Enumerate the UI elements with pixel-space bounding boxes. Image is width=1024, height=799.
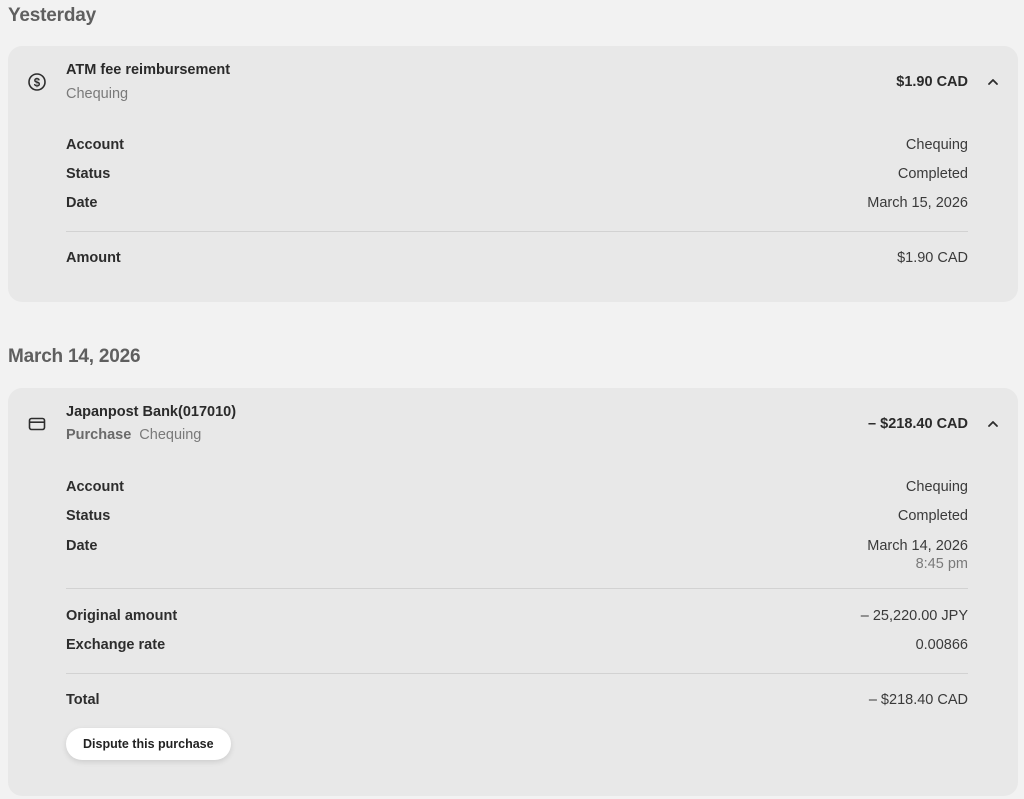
detail-label-status: Status: [66, 166, 111, 182]
detail-label-total: Total: [66, 692, 100, 708]
transaction-type: Purchase: [66, 427, 132, 443]
detail-value-time: 8:45 pm: [915, 556, 968, 572]
divider: [66, 231, 968, 232]
transaction-account: Chequing: [66, 86, 129, 102]
date-group-heading: Yesterday: [8, 5, 96, 26]
detail-value-status: Completed: [897, 508, 968, 524]
detail-label-exchange-rate: Exchange rate: [66, 637, 166, 653]
detail-value-account: Chequing: [905, 479, 968, 495]
chevron-up-icon[interactable]: [986, 417, 1000, 431]
detail-label-amount: Amount: [66, 250, 121, 266]
detail-label-account: Account: [66, 137, 124, 153]
dispute-purchase-button[interactable]: Dispute this purchase: [66, 728, 231, 760]
transaction-card-atm-fee: $ ATM fee reimbursement Chequing $1.90 C…: [8, 46, 1018, 302]
transaction-card-japanpost: Japanpost Bank(017010) Purchase Chequing …: [8, 388, 1018, 796]
transaction-amount: $1.90 CAD: [896, 74, 968, 90]
divider: [66, 588, 968, 589]
detail-value-date: March 15, 2026: [867, 195, 968, 211]
credit-card-icon: [27, 414, 47, 434]
detail-value-total: – $218.40 CAD: [868, 692, 968, 708]
transaction-amount: – $218.40 CAD: [868, 416, 968, 432]
divider: [66, 673, 968, 674]
detail-value-account: Chequing: [905, 137, 968, 153]
transaction-title[interactable]: Japanpost Bank(017010): [66, 404, 236, 420]
detail-value-status: Completed: [897, 166, 968, 182]
detail-label-account: Account: [66, 479, 124, 495]
detail-value-amount: $1.90 CAD: [897, 250, 968, 266]
detail-label-date: Date: [66, 195, 98, 211]
detail-value-exchange-rate: 0.00866: [915, 637, 968, 653]
transaction-title[interactable]: ATM fee reimbursement: [66, 62, 230, 78]
detail-value-date: March 14, 2026: [867, 538, 968, 554]
date-group-heading: March 14, 2026: [8, 346, 141, 367]
detail-value-original-amount: – 25,220.00 JPY: [860, 608, 968, 624]
detail-label-date: Date: [66, 538, 98, 554]
transaction-subtitle: Purchase Chequing: [66, 427, 201, 443]
chevron-up-icon[interactable]: [986, 75, 1000, 89]
transaction-subtitle: Chequing: [66, 86, 128, 102]
detail-label-original-amount: Original amount: [66, 608, 178, 624]
detail-label-status: Status: [66, 508, 111, 524]
svg-text:$: $: [34, 77, 41, 89]
transaction-account: Chequing: [139, 427, 202, 443]
dollar-circle-icon: $: [27, 72, 47, 92]
